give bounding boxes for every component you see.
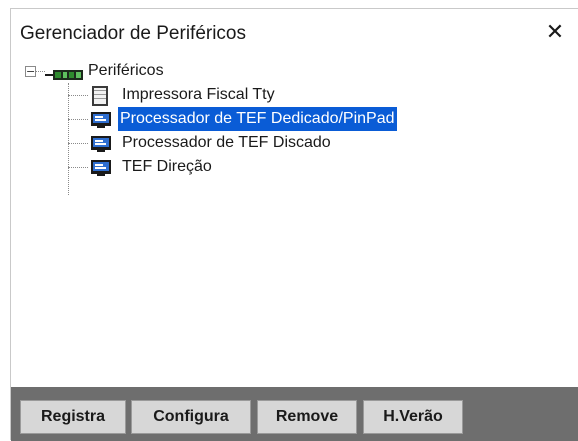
tree-node-tef-direcao[interactable]: TEF Direção — [11, 155, 311, 179]
close-button[interactable]: ✕ — [532, 9, 578, 55]
title-bar[interactable]: Gerenciador de Periféricos ✕ — [11, 9, 578, 55]
h-verao-button[interactable]: H.Verão — [363, 400, 463, 434]
close-icon: ✕ — [545, 19, 565, 44]
tree-node-label: TEF Direção — [122, 158, 212, 175]
monitor-device-icon — [91, 160, 111, 184]
tree-node-tef-discado[interactable]: Processador de TEF Discado — [11, 131, 411, 155]
window-title: Gerenciador de Periféricos — [20, 23, 246, 44]
tree-node-label: Processador de TEF Discado — [122, 134, 331, 151]
tree-node-label: Impressora Fiscal Tty — [122, 86, 275, 103]
remove-button[interactable]: Remove — [257, 400, 357, 434]
tree-node-impressora-fiscal[interactable]: Impressora Fiscal Tty — [11, 83, 411, 107]
button-bar: Registra Configura Remove H.Verão — [11, 387, 578, 441]
tree-node-perifericos[interactable]: − Periféricos — [11, 59, 311, 83]
collapse-icon[interactable]: − — [25, 66, 36, 77]
peripherals-tree[interactable]: − Periféricos Impressora Fiscal Tty Proc… — [11, 59, 578, 389]
registra-button[interactable]: Registra — [20, 400, 126, 434]
tree-node-label: Periféricos — [88, 62, 164, 79]
configura-button[interactable]: Configura — [131, 400, 251, 434]
peripherals-manager-window: Gerenciador de Periféricos ✕ − Periféric… — [10, 8, 578, 441]
tree-node-label-selected: Processador de TEF Dedicado/PinPad — [117, 106, 398, 132]
tree-node-tef-dedicado[interactable]: Processador de TEF Dedicado/PinPad — [11, 106, 461, 132]
